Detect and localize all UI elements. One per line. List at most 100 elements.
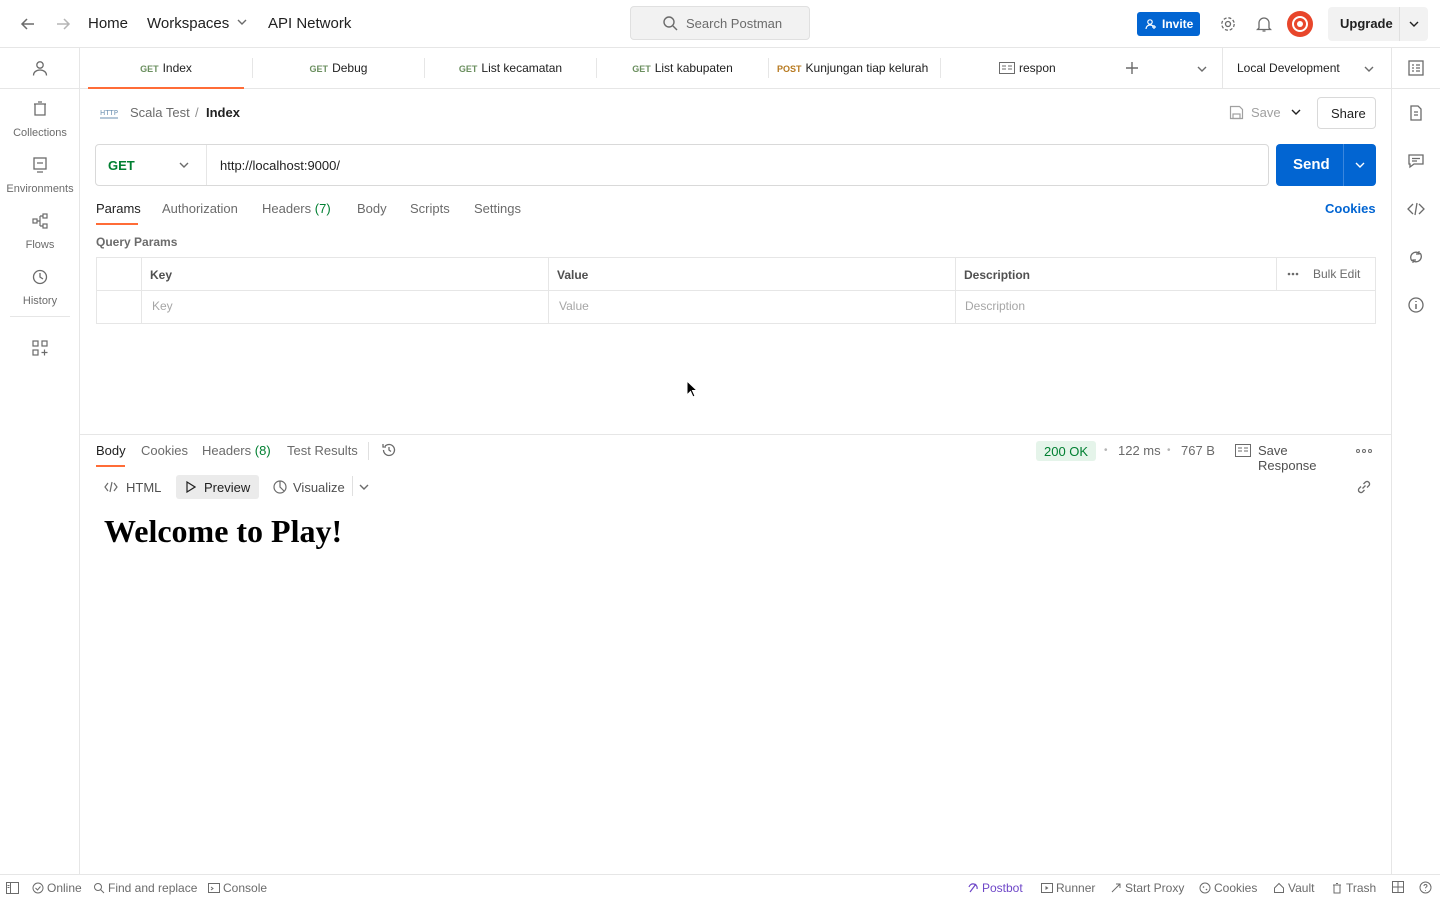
layout-grid-icon[interactable]	[1392, 881, 1404, 893]
send-options-chevron-icon[interactable]	[1354, 159, 1366, 171]
tab-scripts[interactable]: Scripts	[410, 201, 450, 216]
sidebar-divider	[10, 316, 70, 317]
column-divider	[548, 258, 549, 323]
vault-label: Vault	[1288, 881, 1315, 895]
response-tab-cookies[interactable]: Cookies	[141, 443, 188, 458]
url-bar: GET http://localhost:9000/	[95, 144, 1269, 186]
api-network-link[interactable]: API Network	[268, 15, 351, 32]
save-response-button[interactable]: Save Response	[1235, 440, 1347, 473]
status-badge[interactable]: 200 OK	[1036, 441, 1096, 461]
workspaces-menu[interactable]: Workspaces	[147, 15, 247, 32]
comments-icon[interactable]	[1407, 152, 1425, 170]
invite-button[interactable]: Invite	[1137, 12, 1200, 36]
collections-icon	[31, 100, 49, 118]
left-sidebar: Collections Environments Flows History	[0, 48, 80, 874]
response-history-icon[interactable]	[381, 442, 397, 458]
vault-button[interactable]: Vault	[1273, 881, 1314, 895]
tab-headers[interactable]: Headers (7)	[262, 201, 331, 216]
settings-gear-icon[interactable]	[1219, 15, 1237, 33]
response-tab-test-results[interactable]: Test Results	[287, 443, 358, 458]
example-icon	[999, 62, 1015, 74]
breadcrumb-request[interactable]: Index	[206, 105, 240, 120]
start-proxy-button[interactable]: Start Proxy	[1110, 881, 1184, 895]
cookies-button[interactable]: Cookies	[1199, 881, 1257, 895]
visualize-chevron-down-icon[interactable]	[359, 482, 369, 492]
url-input[interactable]: http://localhost:9000/	[220, 158, 340, 173]
flows-icon	[31, 212, 49, 230]
description-input[interactable]: Description	[965, 299, 1025, 313]
upgrade-button[interactable]: Upgrade	[1328, 7, 1428, 41]
environment-quick-look-icon[interactable]	[1407, 59, 1425, 77]
configure-workbench-icon[interactable]	[32, 340, 48, 356]
tab-authorization[interactable]: Authorization	[162, 201, 238, 216]
documentation-icon[interactable]	[1407, 104, 1425, 122]
request-tab-list-kabupaten[interactable]: GET List kabupaten	[597, 48, 768, 89]
save-options-chevron-icon[interactable]	[1290, 106, 1302, 118]
tab-name: respon	[1019, 61, 1056, 75]
response-tab-body[interactable]: Body	[96, 443, 126, 458]
request-tab-kunjungan[interactable]: POST Kunjungan tiap kelurah	[769, 48, 940, 89]
search-icon	[94, 883, 105, 894]
request-tab-respon[interactable]: respon	[941, 48, 1112, 89]
method-select[interactable]: GET	[96, 145, 207, 185]
chevron-down-icon[interactable]	[1409, 19, 1419, 29]
console-button[interactable]: Console	[208, 881, 267, 895]
method-value: GET	[108, 158, 135, 173]
view-mode-html[interactable]: HTML	[100, 476, 170, 498]
related-collections-icon[interactable]	[1407, 248, 1425, 266]
response-size[interactable]: 767 B	[1181, 443, 1215, 458]
avatar[interactable]	[1287, 11, 1313, 37]
postbot-label: Postbot	[982, 881, 1023, 895]
sidebar-item-environments[interactable]: Environments	[0, 156, 80, 206]
info-icon[interactable]	[1407, 296, 1425, 314]
environment-selector[interactable]: Local Development	[1223, 48, 1391, 89]
tab-params[interactable]: Params	[96, 201, 141, 216]
response-tab-headers[interactable]: Headers (8)	[202, 443, 271, 458]
postbot-button[interactable]: Postbot	[967, 881, 1023, 895]
more-options-icon[interactable]	[1287, 272, 1299, 276]
tab-settings[interactable]: Settings	[474, 201, 521, 216]
online-status[interactable]: Online	[32, 881, 82, 895]
search-input[interactable]: Search Postman	[630, 6, 810, 40]
response-more-icon[interactable]	[1356, 449, 1372, 453]
save-button[interactable]: Save	[1222, 97, 1284, 129]
view-mode-visualize[interactable]: Visualize	[270, 476, 350, 498]
send-button[interactable]: Send	[1276, 144, 1376, 186]
request-tab-list-kecamatan[interactable]: GET List kecamatan	[425, 48, 596, 89]
notifications-bell-icon[interactable]	[1256, 15, 1272, 33]
cookies-link[interactable]: Cookies	[1325, 201, 1376, 216]
tab-body[interactable]: Body	[357, 201, 387, 216]
key-input[interactable]: Key	[152, 299, 173, 313]
forward-arrow-icon[interactable]	[53, 14, 73, 34]
value-input[interactable]: Value	[559, 299, 589, 313]
environments-icon	[31, 156, 49, 174]
request-tab-debug[interactable]: GET Debug	[253, 48, 424, 89]
cookies-status-label: Cookies	[1214, 881, 1258, 895]
response-time[interactable]: 122 ms	[1118, 443, 1161, 458]
method-badge: GET	[309, 64, 329, 74]
new-tab-plus-icon[interactable]	[1124, 60, 1140, 76]
bulk-edit-button[interactable]: Bulk Edit	[1313, 267, 1360, 281]
share-button[interactable]: Share	[1317, 97, 1376, 129]
code-icon[interactable]	[1407, 200, 1425, 218]
breadcrumb-collection[interactable]: Scala Test	[130, 105, 190, 120]
request-tabs-bar: GET Index GET Debug GET List kecamatan GET L…	[80, 48, 1391, 89]
copy-link-icon[interactable]	[1355, 478, 1373, 496]
runner-button[interactable]: Runner	[1041, 881, 1095, 895]
trash-button[interactable]: Trash	[1331, 881, 1376, 895]
toggle-sidebar-icon[interactable]	[6, 882, 19, 894]
sidebar-item-flows[interactable]: Flows	[0, 212, 80, 262]
find-replace-button[interactable]: Find and replace	[93, 881, 197, 895]
send-label: Send	[1293, 156, 1330, 173]
back-arrow-icon[interactable]	[18, 14, 38, 34]
tabs-overflow-chevron-icon[interactable]	[1196, 63, 1208, 75]
sidebar-item-history[interactable]: History	[0, 268, 80, 318]
sidebar-item-collections[interactable]: Collections	[0, 100, 80, 150]
home-link[interactable]: Home	[88, 15, 128, 32]
user-icon[interactable]	[31, 59, 49, 77]
view-mode-preview[interactable]: Preview	[176, 475, 259, 499]
start-proxy-label: Start Proxy	[1125, 881, 1185, 895]
help-icon[interactable]	[1419, 881, 1432, 894]
trash-icon	[1333, 883, 1341, 894]
request-tab-index[interactable]: GET Index	[88, 48, 244, 89]
